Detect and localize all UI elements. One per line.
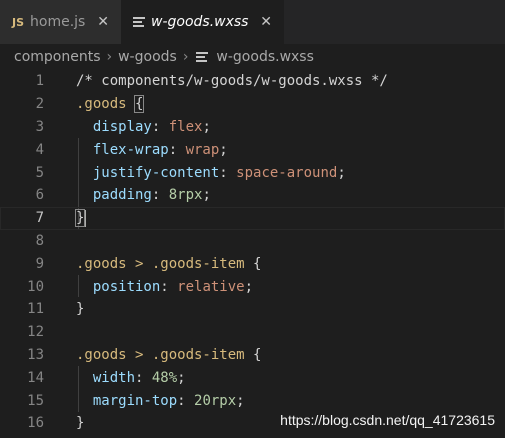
stylesheet-file-icon [133, 17, 145, 27]
line-number: 2 [35, 96, 44, 113]
code-line[interactable]: 14 width: 48%; [0, 366, 505, 389]
value-token: relative [177, 278, 245, 295]
value-token: flex [168, 118, 203, 135]
value-token: wrap [185, 141, 220, 158]
watermark: https://blog.csdn.net/qq_41723615 [280, 412, 495, 428]
code-line[interactable]: 6 padding: 8rpx; [0, 184, 505, 207]
code-editor[interactable]: 1 /* components/w-goods/w-goods.wxss */ … [0, 70, 505, 435]
line-number: 7 [35, 210, 44, 227]
close-icon[interactable]: ✕ [97, 14, 109, 30]
comment-token: /* components/w-goods/w-goods.wxss */ [76, 73, 388, 90]
property-token: margin-top [92, 392, 178, 409]
brace-token: } [76, 415, 85, 432]
code-line[interactable]: 2 .goods { [0, 93, 505, 116]
chevron-right-icon: › [182, 49, 189, 65]
javascript-file-icon: JS [12, 15, 25, 29]
selector-token: .goods > .goods-item [76, 255, 254, 272]
property-token: position [92, 278, 161, 295]
close-icon[interactable]: ✕ [260, 14, 272, 30]
code-line[interactable]: 15 margin-top: 20rpx; [0, 389, 505, 412]
line-number: 12 [27, 324, 44, 341]
tab-w-goods-wxss[interactable]: w-goods.wxss ✕ [121, 0, 284, 44]
brace-token: { [133, 95, 145, 114]
tab-home-js[interactable]: JS home.js ✕ [0, 0, 121, 44]
brace-token: } [76, 301, 85, 318]
property-token: flex-wrap [92, 141, 169, 158]
code-line[interactable]: 3 display: flex; [0, 116, 505, 139]
line-number: 9 [35, 255, 44, 272]
selector-token: .goods [76, 96, 136, 113]
number-token: 48% [151, 369, 178, 386]
breadcrumb-item-w-goods[interactable]: w-goods [118, 49, 177, 65]
text-cursor [85, 209, 87, 227]
selector-token: .goods > .goods-item [76, 346, 254, 363]
value-token: space-around [236, 164, 338, 181]
line-number: 8 [35, 232, 44, 249]
line-number: 14 [27, 369, 44, 386]
tab-label: w-goods.wxss [151, 14, 249, 30]
property-token: width [92, 369, 136, 386]
line-number: 13 [27, 346, 44, 363]
property-token: justify-content [92, 164, 220, 181]
line-number: 16 [27, 415, 44, 432]
breadcrumb: components › w-goods › w-goods.wxss [0, 44, 505, 70]
line-number: 6 [35, 187, 44, 204]
line-number: 5 [35, 164, 44, 181]
number-token: 20rpx [194, 392, 237, 409]
breadcrumb-item-file[interactable]: w-goods.wxss [216, 49, 313, 65]
line-number: 3 [35, 118, 44, 135]
line-number: 15 [27, 392, 44, 409]
number-token: 8rpx [168, 187, 203, 204]
code-line[interactable]: 10 position: relative; [0, 275, 505, 298]
stylesheet-file-icon [196, 52, 209, 62]
brace-token: { [253, 255, 262, 272]
property-token: padding [92, 187, 152, 204]
line-number: 4 [35, 141, 44, 158]
line-number: 10 [27, 278, 44, 295]
brace-token: } [74, 209, 86, 228]
code-line-current[interactable]: 7 } [0, 207, 505, 230]
code-line[interactable]: 8 [0, 230, 505, 253]
tab-bar: JS home.js ✕ w-goods.wxss ✕ [0, 0, 505, 44]
tab-label: home.js [30, 14, 86, 30]
code-line[interactable]: 9 .goods > .goods-item { [0, 252, 505, 275]
code-line[interactable]: 5 justify-content: space-around; [0, 161, 505, 184]
code-line[interactable]: 4 flex-wrap: wrap; [0, 138, 505, 161]
code-line[interactable]: 12 [0, 321, 505, 344]
code-line[interactable]: 11 } [0, 298, 505, 321]
brace-token: { [253, 346, 262, 363]
property-token: display [92, 118, 152, 135]
line-number: 1 [35, 73, 44, 90]
breadcrumb-item-components[interactable]: components [14, 49, 101, 65]
code-line[interactable]: 1 /* components/w-goods/w-goods.wxss */ [0, 70, 505, 93]
chevron-right-icon: › [106, 49, 113, 65]
code-line[interactable]: 13 .goods > .goods-item { [0, 344, 505, 367]
line-number: 11 [27, 301, 44, 318]
